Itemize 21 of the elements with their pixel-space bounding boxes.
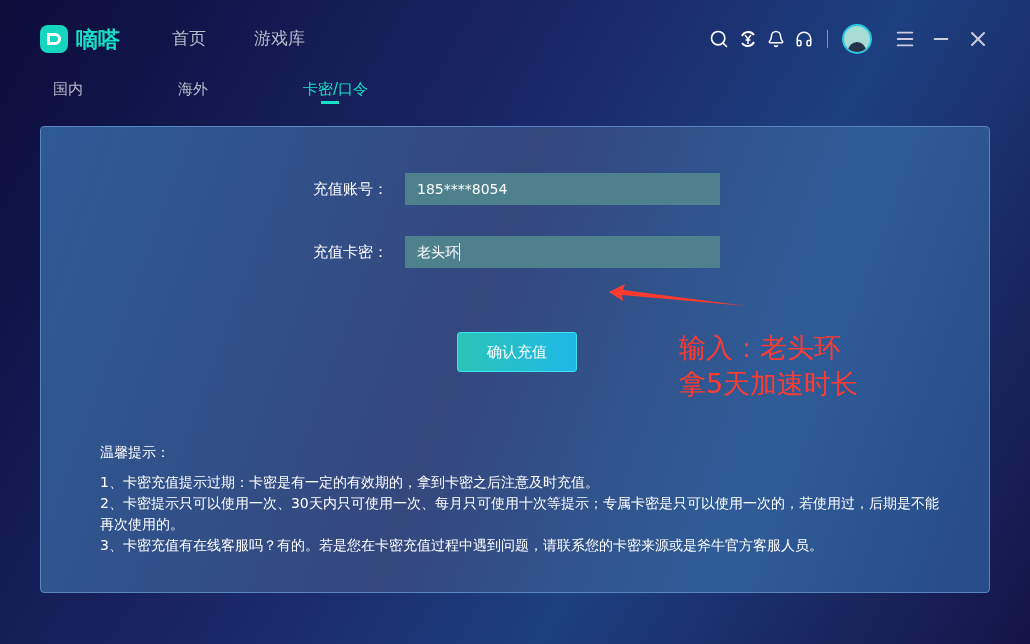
headset-icon[interactable] (795, 30, 813, 48)
tip-text: 3、卡密充值有在线客服吗？有的。若是您在卡密充值过程中遇到问题，请联系您的卡密来源或是斧牛官方客服人员。 (100, 536, 824, 555)
tab[interactable]: 海外 (178, 78, 303, 101)
avatar[interactable] (842, 24, 872, 54)
nav-link[interactable]: 首页 (172, 26, 206, 52)
tab[interactable]: 卡密/口令 (303, 78, 428, 101)
currency-exchange-icon[interactable] (739, 30, 757, 48)
bell-icon[interactable] (767, 30, 785, 48)
tab[interactable]: 国内 (53, 78, 178, 101)
logo-icon (40, 25, 68, 53)
search-icon[interactable] (709, 29, 729, 49)
input-field[interactable]: 185****8054 (405, 173, 720, 205)
annotation-text: 输入：老头环 拿5天加速时长 (679, 331, 859, 401)
tip-text: 2、卡密提示只可以使用一次、30天内只可使用一次、每月只可使用十次等提示；专属卡密是只可以使用一次的，若使用过，后期是不能再次使用的。 (100, 494, 940, 534)
tips-title: 温馨提示： (100, 443, 171, 462)
app-logo-text: 嘀嗒 (76, 25, 120, 54)
input-field[interactable]: 老头环 (405, 236, 720, 268)
nav-link[interactable]: 游戏库 (254, 26, 305, 52)
field-label: 充值账号： (313, 178, 389, 200)
field-label: 充值卡密： (313, 241, 389, 263)
tip-text: 1、卡密充值提示过期：卡密是有一定的有效期的，拿到卡密之后注意及时充值。 (100, 473, 600, 492)
